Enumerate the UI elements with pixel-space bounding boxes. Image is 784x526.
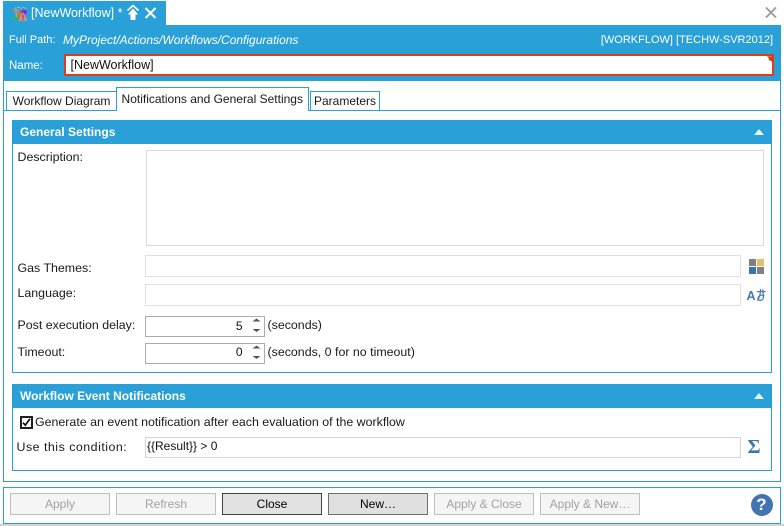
svg-text:A: A xyxy=(747,289,756,302)
